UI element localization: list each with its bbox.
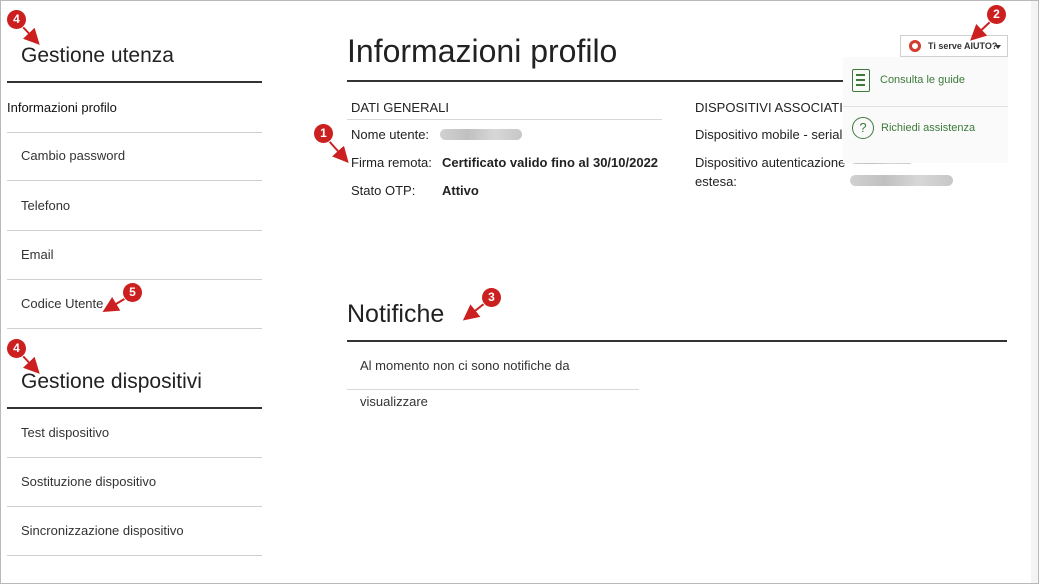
scrollbar-track[interactable] — [1031, 1, 1038, 583]
otp-status-label: Stato OTP: — [351, 183, 416, 198]
username-label: Nome utente: — [351, 127, 430, 142]
callout-marker-5: 5 — [123, 283, 142, 302]
notifications-title: Notifiche — [347, 292, 1007, 342]
sidebar-item-device-replacement[interactable]: Sostituzione dispositivo — [7, 457, 262, 507]
request-assistance-label: Richiedi assistenza — [881, 122, 976, 134]
guide-checklist-icon — [852, 69, 870, 92]
callout-marker-1: 1 — [314, 124, 333, 143]
sidebar-item-device-sync[interactable]: Sincronizzazione dispositivo — [7, 506, 262, 556]
caret-down-icon — [995, 45, 1001, 49]
remote-signature-value: Certificato valido fino al 30/10/2022 — [442, 155, 659, 170]
sidebar-item-email[interactable]: Email — [7, 230, 262, 280]
associated-devices-heading: DISPOSITIVI ASSOCIATI — [695, 100, 843, 115]
help-dropdown-menu: Consulta le guide ? Richiedi assistenza — [843, 57, 1008, 163]
sidebar-item-change-password[interactable]: Cambio password — [7, 131, 262, 181]
extended-device-value-redacted-2 — [850, 175, 953, 186]
question-circle-icon: ? — [852, 117, 874, 139]
consult-guides-label: Consulta le guide — [880, 74, 966, 86]
callout-marker-4-user: 4 — [7, 10, 26, 29]
callout-marker-2: 2 — [987, 5, 1006, 24]
request-assistance-link[interactable]: ? Richiedi assistenza — [852, 117, 975, 141]
callout-arrows — [20, 20, 992, 374]
help-menu-divider — [843, 106, 1008, 107]
sidebar-heading-user-management: Gestione utenza — [7, 30, 262, 83]
lifebuoy-icon — [909, 40, 921, 52]
callout-marker-3: 3 — [482, 288, 501, 307]
callout-marker-4-devices: 4 — [7, 339, 26, 358]
help-dropdown-button[interactable]: Ti serve AIUTO? — [900, 35, 1008, 57]
sidebar-item-phone[interactable]: Telefono — [7, 181, 262, 231]
sidebar-item-device-test[interactable]: Test dispositivo — [7, 408, 262, 458]
otp-status-value: Attivo — [442, 183, 479, 198]
username-value-redacted — [440, 129, 522, 140]
sidebar-item-profile-info[interactable]: Informazioni profilo — [7, 83, 262, 133]
mobile-device-serial-label: Dispositivo mobile - seriale — [695, 127, 850, 142]
notifications-empty-message: Al momento non ci sono notifiche da visu… — [347, 348, 639, 409]
extended-auth-device-label-line1: Dispositivo autenticazione — [695, 155, 846, 170]
sidebar-heading-device-management: Gestione dispositivi — [7, 356, 262, 409]
help-button-label: Ti serve AIUTO? — [928, 41, 998, 51]
extended-auth-device-label-line2: estesa: — [695, 174, 737, 189]
remote-signature-label: Firma remota: — [351, 155, 432, 170]
consult-guides-link[interactable]: Consulta le guide — [852, 67, 965, 95]
general-data-heading: DATI GENERALI — [347, 98, 662, 120]
